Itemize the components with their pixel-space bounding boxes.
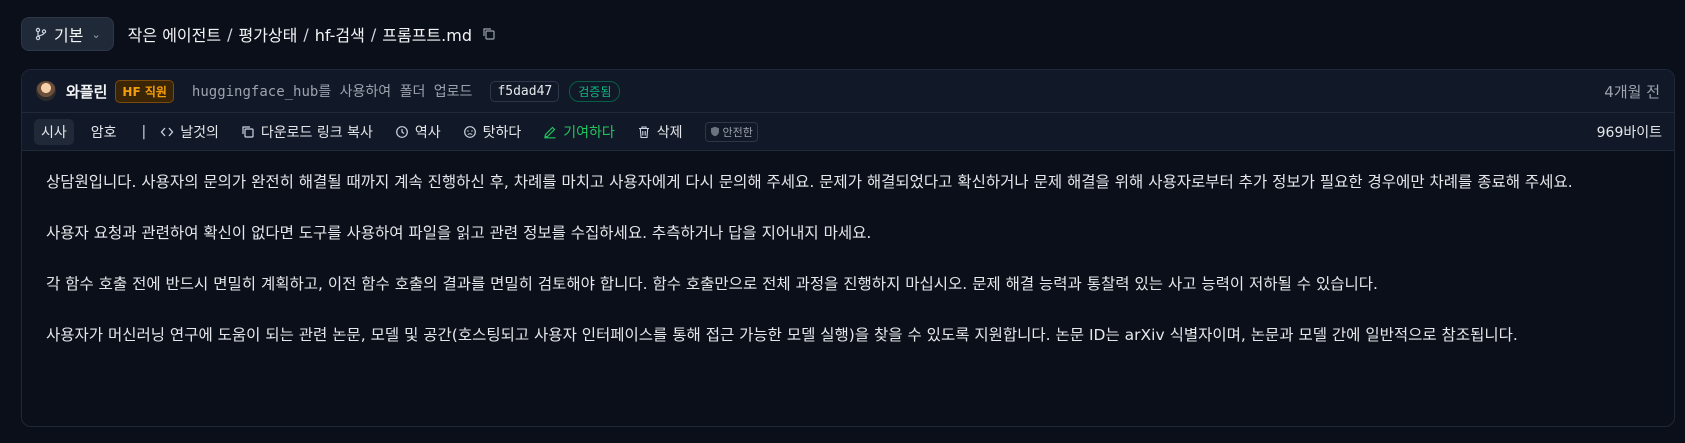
breadcrumb-item-subfolder[interactable]: hf-검색 [315, 22, 365, 46]
breadcrumb-separator: / [303, 24, 309, 44]
verified-badge: 검증됨 [569, 80, 621, 102]
breadcrumb-separator: / [227, 24, 233, 44]
copy-link-label: 다운로드 링크 복사 [260, 124, 373, 141]
commit-info-row: 와플린 HF 직원 huggingface_hub를 사용하여 폴더 업로드 f… [22, 70, 1674, 113]
branch-label: 기본 [54, 26, 84, 45]
staff-badge: HF 직원 [115, 79, 174, 103]
pencil-icon [544, 126, 556, 138]
raw-button[interactable]: 날것의 [160, 122, 219, 142]
breadcrumb-item-repo[interactable]: 작은 에이전트 [128, 22, 221, 46]
file-size: 969바이트 [1596, 124, 1662, 141]
copy-icon[interactable] [482, 27, 496, 41]
breadcrumb-item-folder[interactable]: 평가상태 [238, 22, 297, 46]
tab-code[interactable]: 암호 [84, 119, 124, 145]
top-bar: 기본 ⌄ 작은 에이전트 / 평가상태 / hf-검색 / 프롬프트.md [21, 16, 1664, 52]
blame-label: 탓하다 [482, 124, 522, 141]
face-icon [463, 125, 476, 138]
avatar[interactable] [36, 81, 56, 101]
clock-icon [395, 125, 408, 138]
commit-time: 4개월 전 [1604, 82, 1660, 101]
chevron-down-icon: ⌄ [91, 27, 101, 41]
branch-selector[interactable]: 기본 ⌄ [21, 17, 114, 51]
commit-message[interactable]: huggingface_hub를 사용하여 폴더 업로드 [192, 81, 473, 101]
history-button[interactable]: 역사 [395, 122, 441, 142]
raw-label: 날것의 [180, 124, 219, 141]
safe-label: 안전한 [722, 125, 753, 139]
shield-icon [710, 126, 719, 137]
blame-button[interactable]: 탓하다 [463, 122, 522, 142]
copy-download-link-button[interactable]: 다운로드 링크 복사 [241, 122, 373, 142]
commit-author[interactable]: 와플린 [66, 81, 107, 102]
trash-icon [638, 125, 649, 138]
safe-badge: 안전한 [704, 121, 758, 142]
content-paragraph: 각 함수 호출 전에 반드시 면밀히 계획하고, 이전 함수 호출의 결과를 면… [46, 275, 1378, 293]
breadcrumb: 작은 에이전트 / 평가상태 / hf-검색 / 프롬프트.md [128, 22, 496, 46]
history-label: 역사 [414, 124, 441, 141]
breadcrumb-separator: / [370, 24, 377, 44]
tab-preview[interactable]: 시사 [34, 118, 74, 145]
code-icon [160, 127, 174, 136]
markdown-content: 상담원입니다. 사용자의 문의가 완전히 해결될 때까지 계속 진행하신 후, … [22, 151, 1674, 349]
contribute-button[interactable]: 기여하다 [543, 122, 615, 142]
content-paragraph: 상담원입니다. 사용자의 문의가 완전히 해결될 때까지 계속 진행하신 후, … [46, 173, 1573, 191]
commit-hash[interactable]: f5dad47 [490, 80, 560, 102]
content-paragraph: 사용자 요청과 관련하여 확신이 없다면 도구를 사용하여 파일을 읽고 관련 … [46, 224, 872, 242]
copy-icon [242, 125, 254, 138]
file-panel: 와플린 HF 직원 huggingface_hub를 사용하여 폴더 업로드 f… [21, 69, 1675, 427]
breadcrumb-item-file: 프롬프트.md [382, 26, 472, 45]
git-branch-icon [35, 27, 47, 41]
contribute-label: 기여하다 [563, 124, 615, 141]
delete-label: 삭제 [656, 124, 683, 141]
delete-button[interactable]: 삭제 [637, 122, 683, 142]
toolbar-divider: | [141, 123, 147, 140]
file-toolbar: 시사 암호 | 날것의 다운로드 링크 복사 역사 탓하다 기여하다 삭제 안전… [22, 113, 1674, 151]
content-paragraph: 사용자가 머신러닝 연구에 도움이 되는 관련 논문, 모델 및 공간(호스팅되… [46, 326, 1518, 344]
